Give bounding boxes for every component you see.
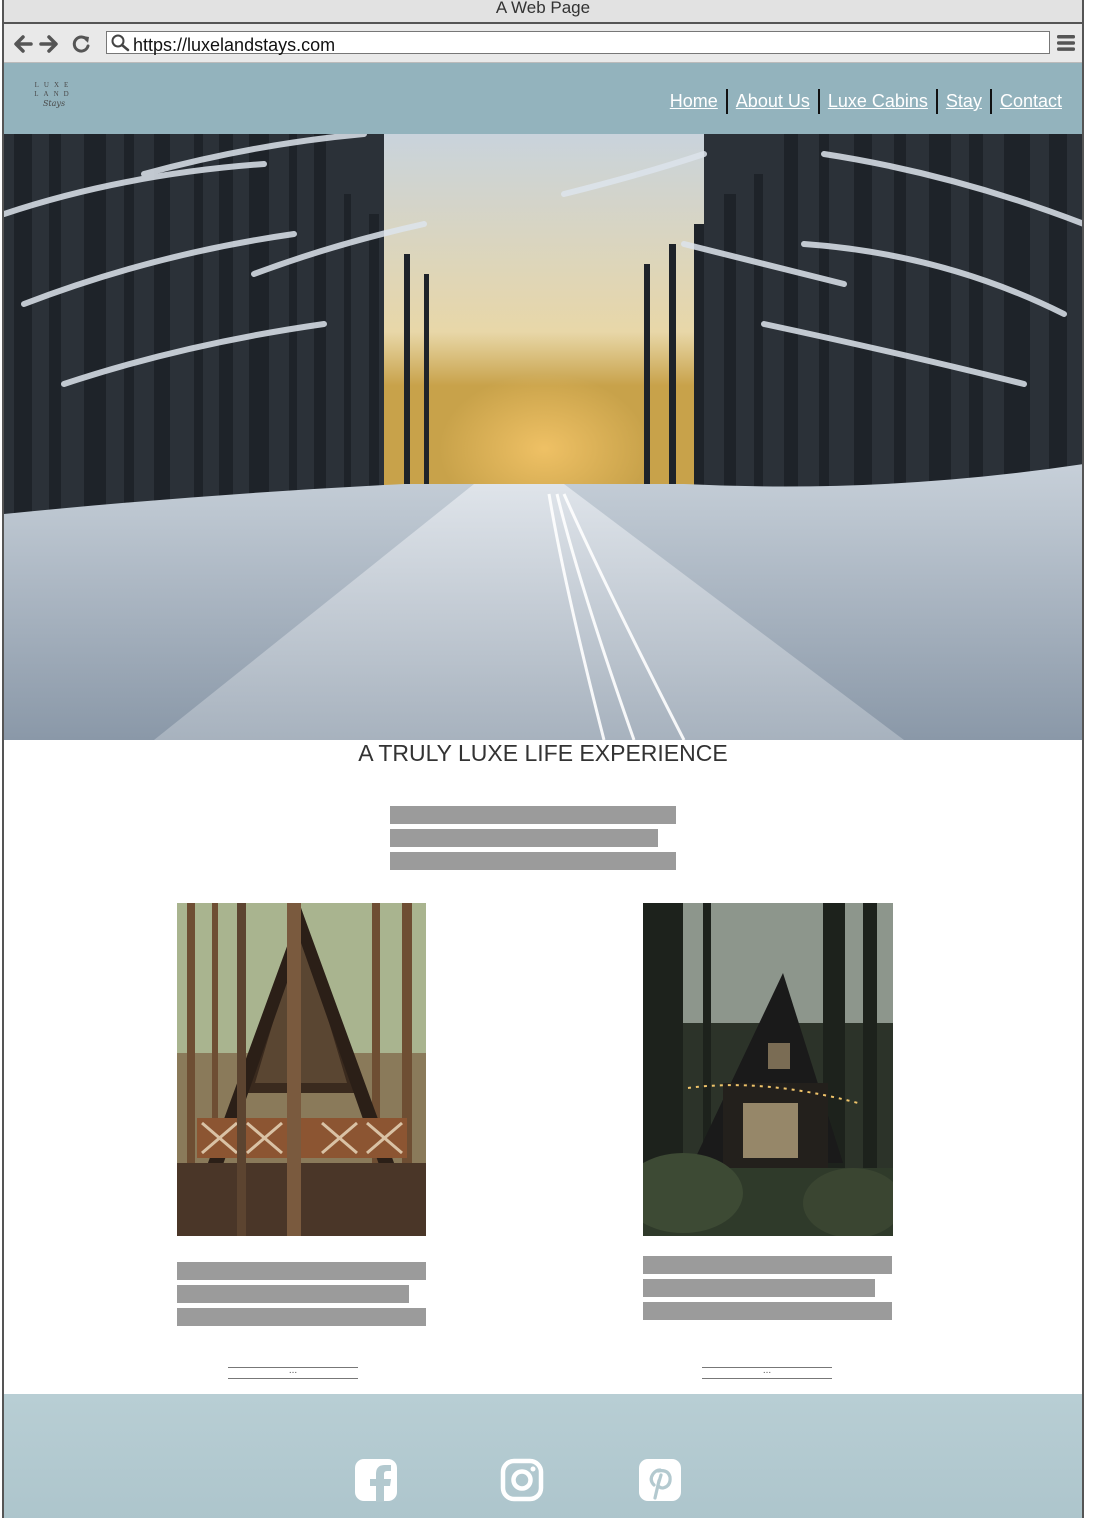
read-more-button[interactable]: ... [702, 1366, 832, 1379]
nav-luxe-cabins[interactable]: Luxe Cabins [820, 89, 936, 113]
text-placeholder [390, 829, 658, 847]
browser-window: A Web Page https://luxelandstays.com LUX… [2, 0, 1084, 1518]
reload-icon[interactable] [70, 33, 92, 55]
text-placeholder [177, 1308, 426, 1326]
instagram-icon[interactable] [500, 1458, 544, 1502]
cabin-image-2[interactable] [643, 903, 893, 1236]
window-title: A Web Page [4, 0, 1082, 24]
cabin-image-1[interactable] [177, 903, 426, 1236]
nav-stay[interactable]: Stay [938, 89, 990, 113]
pinterest-icon[interactable] [638, 1458, 682, 1502]
search-icon [111, 34, 130, 52]
read-more-button[interactable]: ... [228, 1366, 358, 1379]
nav-contact[interactable]: Contact [992, 89, 1070, 113]
nav-home[interactable]: Home [662, 89, 726, 113]
text-placeholder [390, 806, 676, 824]
section-headline: A TRULY LUXE LIFE EXPERIENCE [358, 740, 728, 766]
site-logo[interactable]: LUXE LAND Stays [26, 81, 82, 115]
forward-arrow-icon[interactable] [38, 33, 60, 55]
text-placeholder [390, 852, 676, 870]
text-placeholder [177, 1285, 409, 1303]
main-nav: Home About Us Luxe Cabins Stay Contact [662, 87, 1070, 115]
browser-toolbar: https://luxelandstays.com [4, 24, 1082, 63]
text-placeholder [643, 1279, 875, 1297]
text-placeholder [643, 1256, 892, 1274]
facebook-icon[interactable] [354, 1458, 398, 1502]
hamburger-menu-icon[interactable] [1056, 33, 1076, 53]
hero-image [4, 134, 1082, 740]
site-header: LUXE LAND Stays Home About Us Luxe Cabin… [4, 63, 1082, 134]
address-bar[interactable]: https://luxelandstays.com [106, 31, 1050, 55]
text-placeholder [177, 1262, 426, 1280]
url-text: https://luxelandstays.com [133, 35, 336, 55]
site-footer [4, 1394, 1082, 1518]
text-placeholder [643, 1302, 892, 1320]
back-arrow-icon[interactable] [12, 33, 34, 55]
nav-about-us[interactable]: About Us [728, 89, 818, 113]
